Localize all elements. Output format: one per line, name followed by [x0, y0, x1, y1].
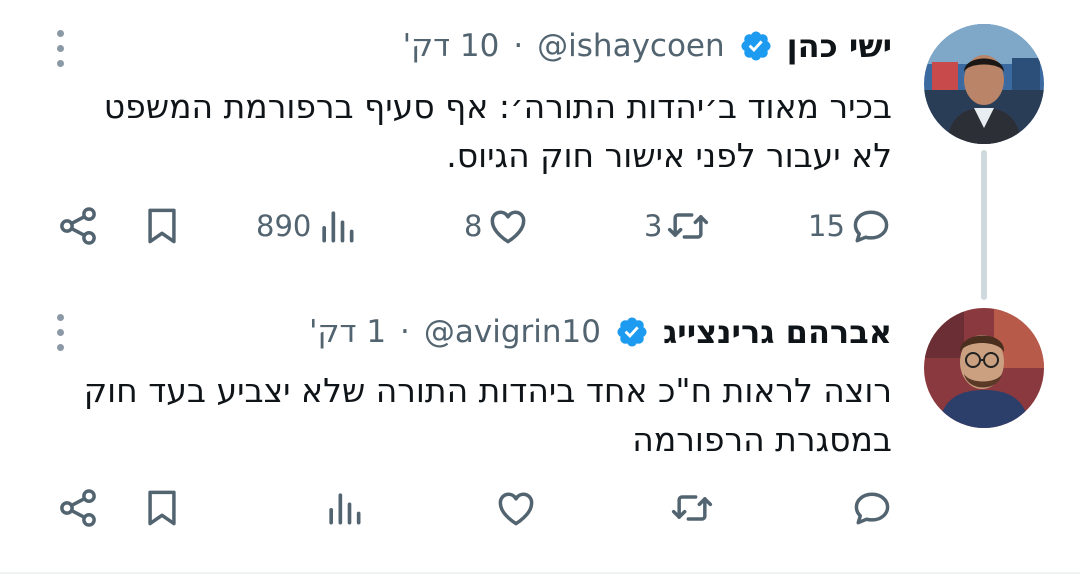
tweet-actions: 15 3 8 890 [0, 196, 1080, 256]
bottom-divider [0, 572, 1080, 574]
views-icon [329, 493, 361, 525]
bookmark-icon [148, 208, 176, 244]
share-button[interactable] [56, 478, 100, 538]
share-icon [60, 489, 96, 527]
bookmark-icon [148, 490, 176, 526]
views-button[interactable]: 890 [256, 196, 359, 256]
reply-button[interactable]: 15 [808, 196, 893, 256]
retweet-icon [671, 495, 713, 521]
like-button[interactable]: 8 [464, 196, 530, 256]
separator-dot: · [513, 28, 524, 64]
tweet-time[interactable]: 1 דק' [309, 314, 386, 350]
tweet-text: רוצה לראות ח"כ אחד ביהדות התורה שלא יצבי… [50, 366, 892, 464]
more-vertical-icon[interactable] [54, 30, 66, 68]
tweet-time[interactable]: 10 דק' [403, 28, 500, 64]
like-icon [491, 210, 526, 244]
retweet-button[interactable] [666, 478, 714, 538]
verified-badge-icon [741, 31, 771, 61]
like-button[interactable] [490, 478, 538, 538]
views-count: 890 [256, 209, 312, 243]
bookmark-button[interactable] [140, 196, 184, 256]
tweet-text-line: בכיר מאוד ב׳יהדות התורה׳: אף סעיף ברפורמ… [103, 87, 892, 126]
avatar-avraham[interactable] [924, 308, 1044, 428]
author-name[interactable]: אברהם גרינצייג [663, 313, 892, 351]
verified-badge-icon [617, 317, 647, 347]
reply-icon [853, 210, 889, 243]
bookmark-button[interactable] [140, 478, 184, 538]
tweet-text-line: רוצה לראות ח"כ אחד ביהדות התורה שלא יצבי… [83, 371, 892, 410]
tweet-text-line: במסגרת הרפורמה [632, 420, 892, 459]
tweet-header: ישי כהן @ishaycoen · 10 דק' [90, 22, 892, 70]
share-icon [60, 207, 96, 245]
views-icon [322, 211, 354, 243]
views-button[interactable] [318, 478, 366, 538]
like-count: 8 [464, 209, 483, 243]
tweet-2[interactable]: אברהם גרינצייג @avigrin10 · 1 דק' רוצה ל… [0, 290, 1080, 574]
tweet-actions [0, 478, 1080, 538]
author-name[interactable]: ישי כהן [787, 27, 892, 65]
like-icon [498, 492, 534, 526]
share-button[interactable] [56, 196, 100, 256]
tweet-header: אברהם גרינצייג @avigrin10 · 1 דק' [90, 308, 892, 356]
tweet-text: בכיר מאוד ב׳יהדות התורה׳: אף סעיף ברפורמ… [50, 82, 892, 180]
tweet-1[interactable]: ישי כהן @ishaycoen · 10 דק' בכיר מאוד ב׳… [0, 0, 1080, 300]
reply-count: 15 [808, 209, 845, 243]
separator-dot: · [400, 314, 410, 350]
tweet-text-line: לא יעבור לפני אישור חוק הגיוס. [446, 136, 892, 175]
reply-button[interactable] [846, 478, 894, 538]
reply-icon [854, 492, 890, 525]
avatar-ishay[interactable] [924, 24, 1044, 144]
author-handle[interactable]: @ishaycoen [537, 28, 724, 64]
retweet-icon [668, 213, 709, 239]
retweet-button[interactable]: 3 [644, 196, 710, 256]
more-vertical-icon[interactable] [54, 314, 66, 352]
retweet-count: 3 [644, 209, 663, 243]
author-handle[interactable]: @avigrin10 [424, 314, 601, 350]
